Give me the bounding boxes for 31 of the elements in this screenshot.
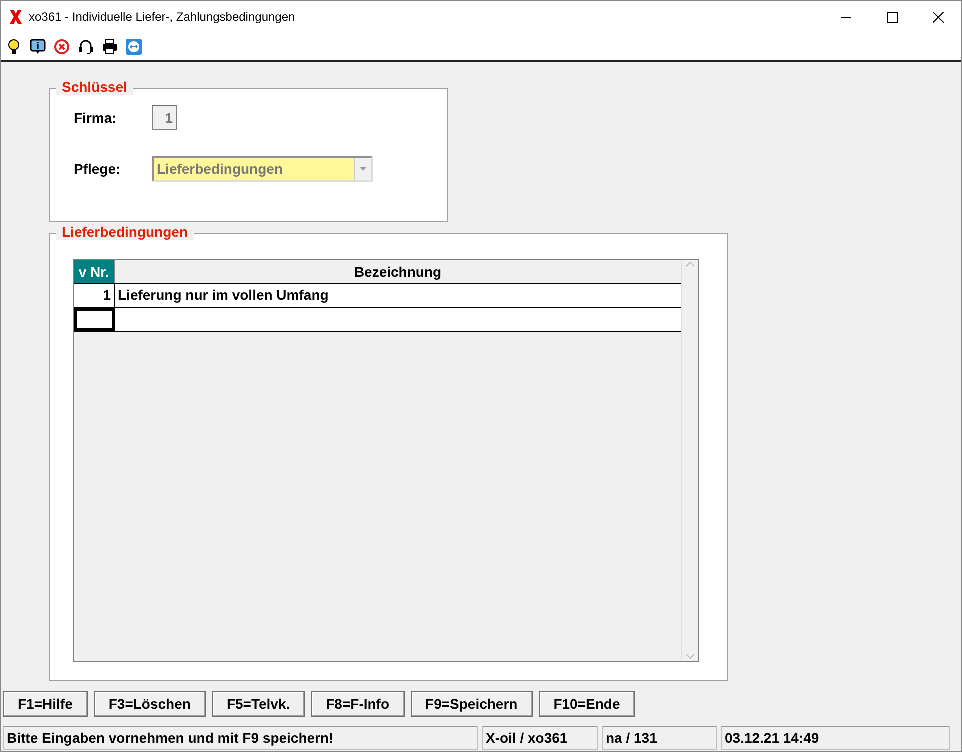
function-key-button[interactable]: F3=Löschen (94, 691, 206, 717)
table-cell[interactable]: 1 (74, 284, 115, 307)
window-title: xo361 - Individuelle Liefer-, Zahlungsbedingungen (29, 10, 296, 24)
column-header: Bezeichnung (353, 262, 443, 282)
column-header: v Nr. (74, 260, 115, 283)
pflege-dropdown[interactable]: Lieferbedingungen (152, 156, 373, 182)
function-key-button[interactable]: F9=Speichern (410, 691, 533, 717)
panel-legend: Lieferbedingungen (56, 224, 194, 240)
table-cell[interactable] (74, 308, 115, 331)
table-cell[interactable]: Lieferung nur im vollen Umfang (115, 284, 681, 307)
function-key-button[interactable]: F5=Telvk. (212, 691, 306, 717)
field-label: Firma: (74, 110, 118, 126)
status-bar-text: Bitte Eingaben vornehmen und mit F9 speichern! (3, 726, 478, 750)
cancel-icon[interactable] (53, 36, 71, 56)
printer-icon[interactable] (101, 36, 119, 56)
status-bar-text: 03.12.21 14:49 (721, 726, 950, 750)
info-icon[interactable] (29, 36, 47, 56)
table-cell[interactable] (115, 308, 681, 331)
function-key-button[interactable]: F1=Hilfe (3, 691, 88, 717)
field-label: Pflege: (74, 161, 122, 177)
firma-field[interactable]: 1 (152, 105, 177, 130)
caret-icon (360, 167, 366, 171)
close-icon[interactable] (932, 12, 944, 22)
function-key-button[interactable]: F10=Ende (538, 691, 636, 717)
maximize-icon[interactable] (886, 12, 898, 22)
status-bar-text: na / 131 (602, 726, 717, 750)
function-key-button[interactable]: F8=F-Info (311, 691, 405, 717)
status-bar-text: X-oil / xo361 (482, 726, 598, 750)
remote-control-icon[interactable] (125, 36, 143, 56)
panel-legend: Schlüssel (56, 79, 134, 95)
app-logo-icon (9, 9, 23, 25)
